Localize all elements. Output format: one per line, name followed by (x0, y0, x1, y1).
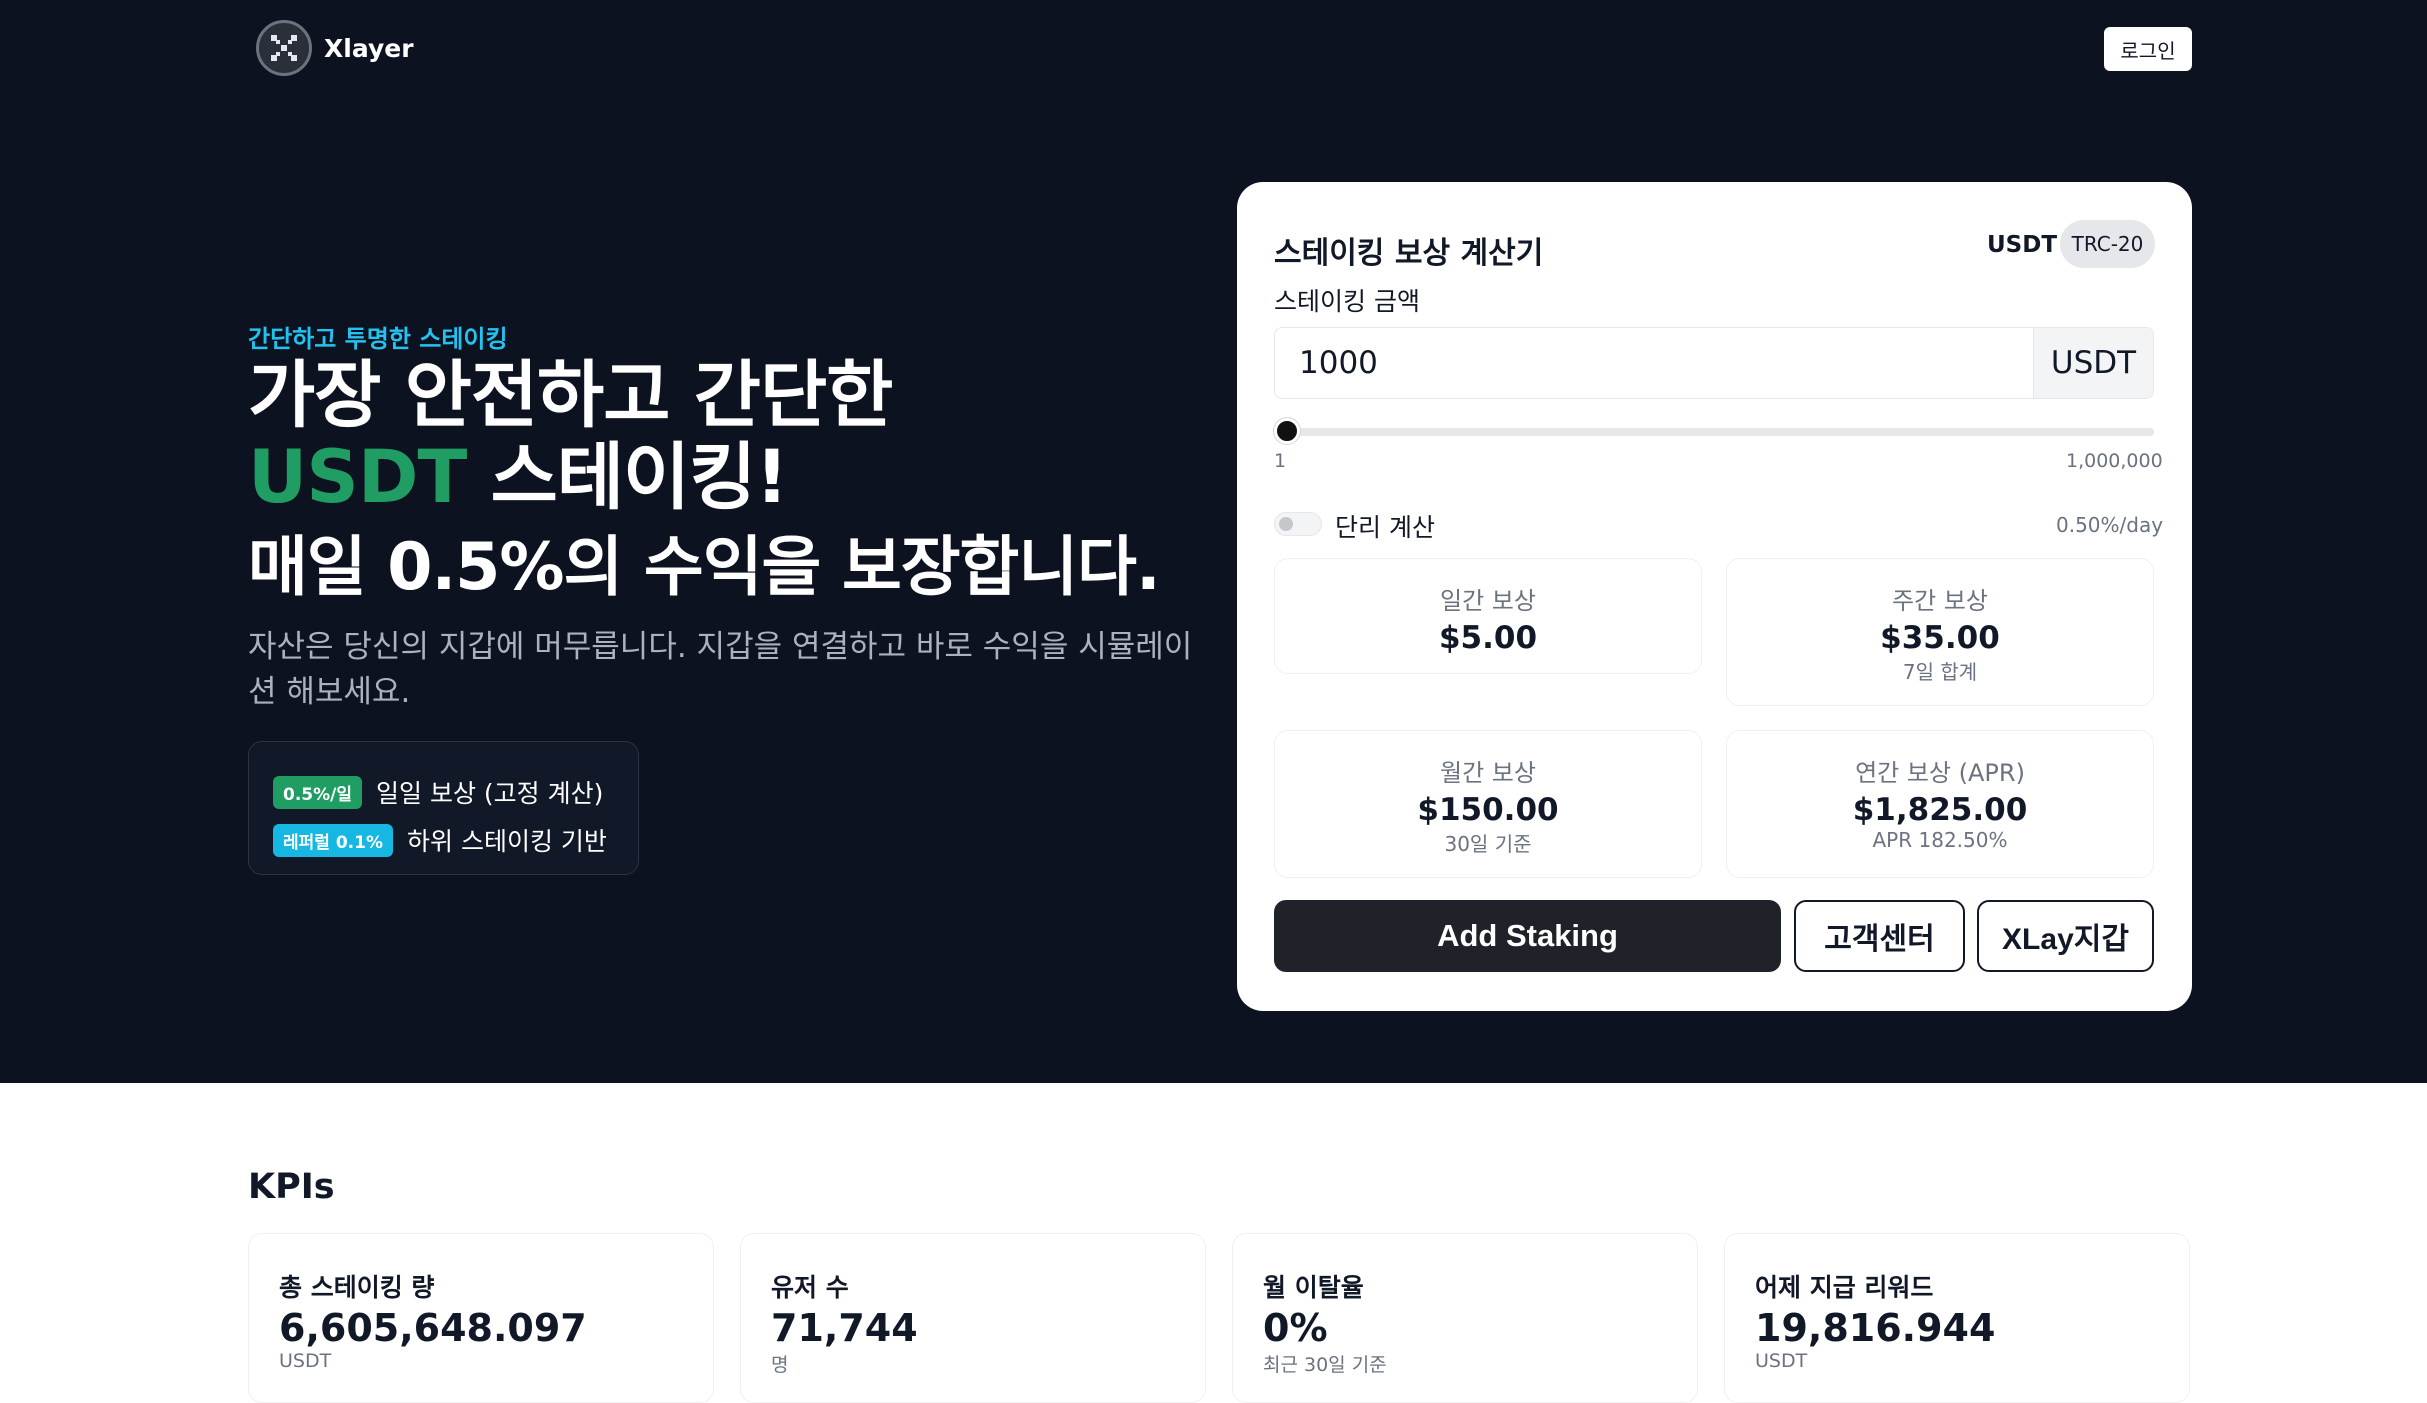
kpi-heading: KPIs (248, 1167, 335, 1207)
headline-line-2-rest: 스테이킹! (466, 435, 789, 520)
info-row-referral: 레퍼럴 0.1% 하위 스테이킹 기반 (273, 816, 638, 864)
xlay-wallet-button[interactable]: XLay지갑 (1977, 900, 2154, 972)
amount-slider-thumb[interactable] (1274, 418, 1300, 444)
daily-reward-stat: 일간 보상 $5.00 (1274, 558, 1702, 674)
hero-section: Xlayer 로그인 간단하고 투명한 스테이킹 가장 안전하고 간단한 USD… (0, 0, 2427, 1083)
stat-label: 일간 보상 (1440, 587, 1536, 615)
stat-label: 월간 보상 (1440, 759, 1536, 787)
kpi-value: 19,816.944 (1755, 1306, 1996, 1350)
simple-interest-toggle[interactable] (1274, 512, 1322, 536)
headline-line-2: USDT 스테이킹! (248, 437, 892, 519)
stat-value: $150.00 (1417, 792, 1559, 828)
stat-value: $5.00 (1438, 620, 1538, 656)
customer-center-button[interactable]: 고객센터 (1794, 900, 1965, 972)
stat-sub: APR 182.50% (1872, 828, 2008, 852)
stat-sub: 30일 기준 (1444, 832, 1532, 856)
kpi-label: 어제 지급 리워드 (1755, 1273, 1934, 1302)
slider-min-label: 1 (1274, 450, 1287, 472)
daily-rate-value: 0.50%/day (2056, 513, 2164, 537)
kpi-label: 유저 수 (771, 1273, 849, 1302)
toggle-knob (1279, 517, 1293, 531)
stat-label: 연간 보상 (APR) (1855, 759, 2025, 787)
amount-slider-track[interactable] (1274, 428, 2154, 436)
login-button[interactable]: 로그인 (2104, 27, 2192, 71)
hero-headline: 가장 안전하고 간단한 USDT 스테이킹! (248, 353, 893, 519)
kpi-unit: 명 (771, 1354, 789, 1376)
currency-label: USDT (1987, 232, 2058, 258)
network-badge: TRC-20 (2060, 220, 2155, 268)
headline-line-1: 가장 안전하고 간단한 (248, 353, 893, 438)
amount-label: 스테이킹 금액 (1274, 287, 1420, 316)
kpi-value: 0% (1263, 1306, 1328, 1350)
stat-value: $1,825.00 (1852, 792, 2028, 828)
weekly-reward-stat: 주간 보상 $35.00 7일 합계 (1726, 558, 2154, 706)
calculator-title: 스테이킹 보상 계산기 (1274, 236, 1544, 271)
kpi-value: 6,605,648.097 (279, 1306, 587, 1350)
info-row-daily: 0.5%/일 일일 보상 (고정 계산) (273, 768, 638, 816)
kpi-value: 71,744 (771, 1306, 918, 1350)
reward-info-box: 0.5%/일 일일 보상 (고정 계산) 레퍼럴 0.1% 하위 스테이킹 기반 (248, 741, 639, 875)
hero-subline: 매일 0.5%의 수익을 보장합니다. (248, 530, 1161, 605)
kpi-unit: USDT (1755, 1350, 1808, 1372)
simple-interest-label: 단리 계산 (1335, 513, 1435, 542)
amount-field-group: USDT (1274, 327, 2154, 399)
referral-badge: 레퍼럴 0.1% (273, 823, 393, 857)
daily-rate-badge: 0.5%/일 (273, 775, 362, 809)
staking-amount-input[interactable] (1275, 328, 2033, 398)
kpi-unit: USDT (279, 1350, 332, 1372)
headline-accent: USDT (248, 435, 467, 520)
kpi-label: 월 이탈율 (1263, 1273, 1364, 1302)
daily-rate-text: 일일 보상 (고정 계산) (376, 779, 604, 808)
add-staking-button[interactable]: Add Staking (1274, 900, 1781, 972)
kpi-unit: 최근 30일 기준 (1263, 1354, 1387, 1376)
referral-text: 하위 스테이킹 기반 (407, 827, 607, 856)
annual-reward-stat: 연간 보상 (APR) $1,825.00 APR 182.50% (1726, 730, 2154, 878)
brand-logo[interactable]: Xlayer (256, 20, 414, 76)
brand-name: Xlayer (324, 33, 414, 63)
staking-calculator-card: 스테이킹 보상 계산기 USDT TRC-20 스테이킹 금액 USDT 1 1… (1237, 182, 2192, 1011)
stat-value: $35.00 (1880, 620, 2000, 656)
monthly-reward-stat: 월간 보상 $150.00 30일 기준 (1274, 730, 1702, 878)
stat-label: 주간 보상 (1892, 587, 1988, 615)
xlayer-logo-icon (256, 20, 312, 76)
kpi-label: 총 스테이킹 량 (279, 1273, 435, 1302)
hero-description: 자산은 당신의 지갑에 머무릅니다. 지갑을 연결하고 바로 수익을 시뮬레이션… (248, 629, 1193, 710)
amount-unit: USDT (2033, 328, 2153, 398)
slider-max-label: 1,000,000 (2066, 450, 2163, 472)
hero-eyebrow: 간단하고 투명한 스테이킹 (248, 325, 508, 353)
stat-sub: 7일 합계 (1902, 660, 1978, 684)
